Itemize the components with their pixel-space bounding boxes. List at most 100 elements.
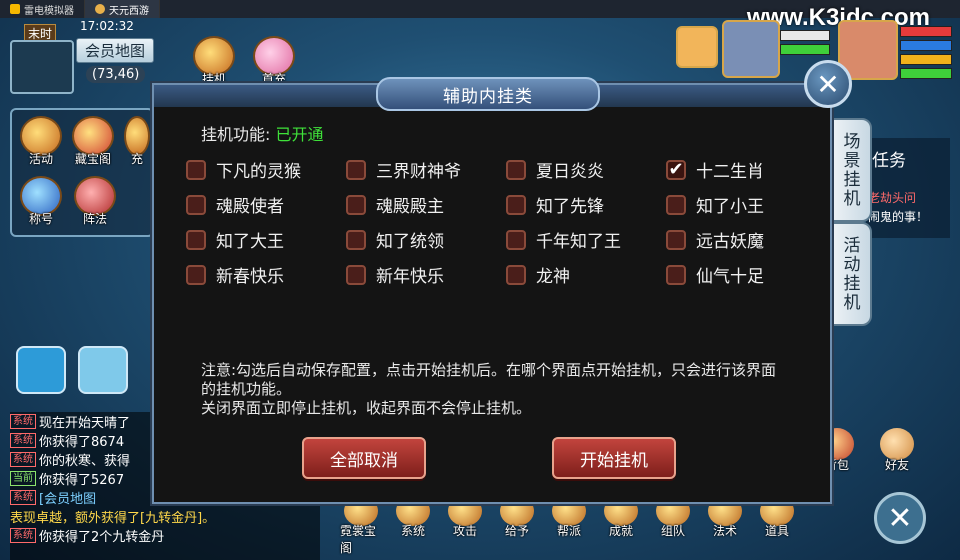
notice-line-1: 注意:勾选后自动保存配置，点击开始挂机后。在哪个界面点开始挂机，只会进行该界面的… [201, 361, 777, 398]
recharge-button[interactable]: 充 [124, 116, 150, 167]
bottom-item-attack[interactable]: 攻击 [444, 496, 486, 556]
pet-cat-icon[interactable] [676, 26, 718, 68]
activity-button[interactable]: 活动 [20, 116, 62, 167]
afk-option-label: 十二生肖 [696, 162, 764, 182]
checkbox[interactable] [346, 194, 366, 215]
game-logo-icon [95, 4, 105, 14]
bottom-item-achievement[interactable]: 成就 [600, 496, 642, 556]
afk-option-label: 新春快乐 [216, 267, 284, 287]
player-status-bars [900, 26, 952, 82]
bottom-item-guild[interactable]: 帮派 [548, 496, 590, 556]
afk-option[interactable]: 龙神 [506, 262, 570, 287]
chat-channel-tag: 当前 [10, 471, 36, 486]
close-dialog-button[interactable]: ✕ [804, 60, 852, 108]
collapse-menu-button[interactable]: ✕ [874, 492, 926, 544]
afk-option[interactable]: 千年知了王 [506, 227, 621, 252]
map-name[interactable]: 会员地图 [76, 38, 155, 63]
chat-channel-tag: 系统 [10, 528, 36, 543]
notice-text: 注意:勾选后自动保存配置，点击开始挂机后。在哪个界面点开始挂机，只会进行该界面的… [201, 361, 791, 418]
checkbox[interactable] [186, 194, 206, 215]
formation-button[interactable]: 阵法 [74, 176, 116, 227]
tab-scene-afk[interactable]: 场景挂机 [828, 118, 872, 222]
afk-option[interactable]: 仙气十足 [666, 262, 764, 287]
checkbox[interactable] [506, 194, 526, 215]
checkbox[interactable] [186, 159, 206, 180]
afk-option-label: 夏日炎炎 [536, 162, 604, 182]
task-line-1[interactable]: 老劫头问 [868, 190, 916, 206]
checkbox[interactable] [186, 229, 206, 250]
first-recharge-button[interactable]: 首充 [253, 36, 295, 87]
afk-function-row: 挂机功能: 已开通 [201, 121, 324, 145]
player-avatar[interactable] [10, 40, 74, 94]
checkbox[interactable] [506, 159, 526, 180]
checkbox[interactable] [346, 159, 366, 180]
afk-option-label: 仙气十足 [696, 267, 764, 287]
chat-bubble-icon[interactable] [16, 346, 66, 394]
emulator-tab-label: 天元西游 [109, 5, 149, 17]
checkbox[interactable] [186, 264, 206, 285]
player-hp-bar [900, 26, 952, 37]
pet-avatar[interactable] [722, 20, 780, 78]
afk-option[interactable]: 夏日炎炎 [506, 157, 604, 182]
afk-option[interactable]: 知了大王 [186, 227, 284, 252]
afk-button[interactable]: 挂机 [193, 36, 235, 87]
afk-option[interactable]: 新春快乐 [186, 262, 284, 287]
side-menu-panel: 活动 藏宝阁 充 称号 阵法 [10, 108, 154, 237]
chat-channel-tag: 系统 [10, 433, 36, 448]
afk-option-label: 知了小王 [696, 197, 764, 217]
bottom-item-label: 法术 [712, 524, 737, 538]
friends-button[interactable]: 好友 [880, 428, 914, 473]
afk-option[interactable]: 三界财神爷 [346, 157, 461, 182]
tab-activity-afk[interactable]: 活动挂机 [828, 222, 872, 326]
afk-option[interactable]: 远古妖魔 [666, 227, 764, 252]
formation-label: 阵法 [82, 212, 107, 226]
activity-label: 活动 [28, 152, 53, 166]
checkbox[interactable] [666, 264, 686, 285]
bottom-toolbar: 霓裳宝阁 系统 攻击 给予 帮派 成就 组队 法术 道具 [340, 496, 798, 556]
start-afk-button[interactable]: 开始挂机 [552, 437, 676, 479]
chat-text: 表现卓越，额外获得了[九转金丹]。 [10, 511, 216, 526]
dialog-title: 辅助内挂类 [376, 77, 600, 111]
afk-option[interactable]: 下凡的灵猴 [186, 157, 301, 182]
afk-option-label: 远古妖魔 [696, 232, 764, 252]
afk-option[interactable]: 魂殿殿主 [346, 192, 444, 217]
afk-option-label: 千年知了王 [536, 232, 621, 252]
checkbox-checked[interactable]: ✔ [666, 159, 686, 180]
checkbox[interactable] [346, 229, 366, 250]
afk-function-label: 挂机功能: [201, 125, 271, 144]
cancel-all-button[interactable]: 全部取消 [302, 437, 426, 479]
emulator-tab-label: 雷电模拟器 [24, 5, 74, 17]
bottom-item-shop[interactable]: 霓裳宝阁 [340, 496, 382, 556]
afk-option[interactable]: 魂殿使者 [186, 192, 284, 217]
afk-option[interactable]: 知了小王 [666, 192, 764, 217]
chat-text: [会员地图 [39, 492, 97, 507]
treasure-button[interactable]: 藏宝阁 [72, 116, 114, 167]
friends-label: 好友 [884, 458, 909, 472]
emulator-tab-home[interactable]: 雷电模拟器 [0, 0, 85, 18]
afk-option-label: 魂殿殿主 [376, 197, 444, 217]
title-button[interactable]: 称号 [20, 176, 62, 227]
afk-option[interactable]: ✔ 十二生肖 [666, 157, 764, 182]
checkbox[interactable] [666, 229, 686, 250]
emulator-logo-icon [10, 4, 20, 14]
bottom-item-items[interactable]: 道具 [756, 496, 798, 556]
afk-option[interactable]: 新年快乐 [346, 262, 444, 287]
task-line-2[interactable]: 闹鬼的事！ [868, 208, 928, 225]
afk-option-label: 新年快乐 [376, 267, 444, 287]
afk-option[interactable]: 知了统领 [346, 227, 444, 252]
emulator-tab-game[interactable]: 天元西游 [85, 0, 160, 18]
checkbox[interactable] [506, 264, 526, 285]
bottom-item-spell[interactable]: 法术 [704, 496, 746, 556]
checkbox[interactable] [666, 194, 686, 215]
afk-option[interactable]: 知了先锋 [506, 192, 604, 217]
emote-icon[interactable] [78, 346, 128, 394]
checkbox[interactable] [506, 229, 526, 250]
bottom-item-team[interactable]: 组队 [652, 496, 694, 556]
title-label: 称号 [28, 212, 53, 226]
pet-hp-bar [780, 30, 830, 41]
bottom-item-system[interactable]: 系统 [392, 496, 434, 556]
afk-option-label: 下凡的灵猴 [216, 162, 301, 182]
chat-text: 你获得了2个九转金丹 [39, 530, 165, 545]
checkbox[interactable] [346, 264, 366, 285]
bottom-item-give[interactable]: 给予 [496, 496, 538, 556]
